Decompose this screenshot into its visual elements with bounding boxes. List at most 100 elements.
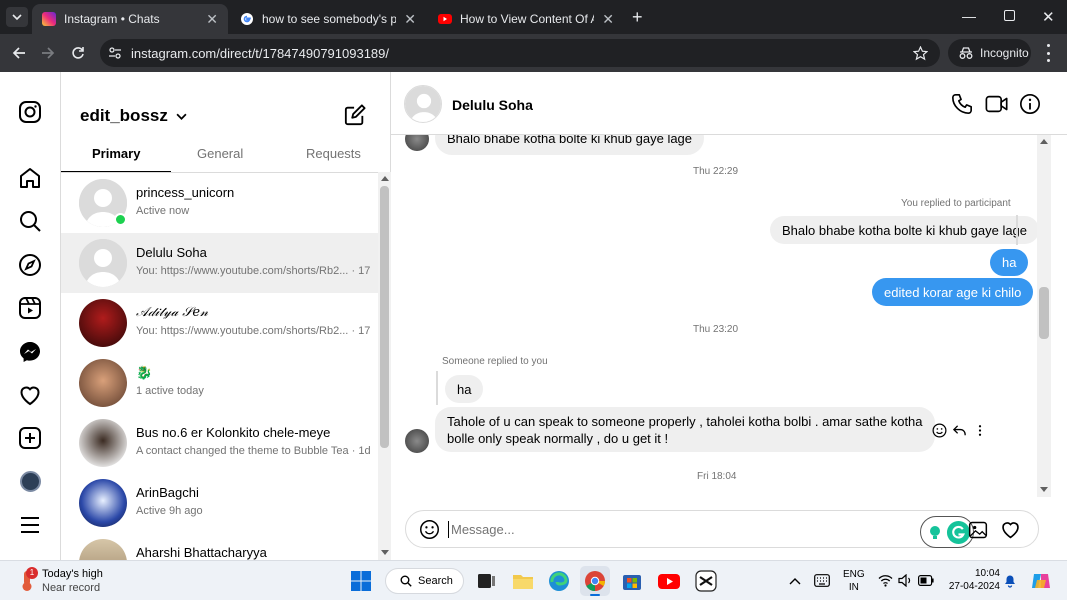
heart-icon[interactable] [18,383,42,407]
back-button[interactable] [9,43,29,63]
search-icon[interactable] [18,209,42,233]
conversation-row[interactable]: princess_unicorn Active now [61,173,378,233]
conversation-row[interactable]: 🐉 1 active today [61,353,378,413]
keyboard-icon[interactable] [814,574,830,587]
tab-primary[interactable]: Primary [92,146,140,161]
more-options-icon[interactable] [975,423,985,438]
youtube-icon[interactable] [657,569,681,593]
scroll-down-arrow[interactable] [1040,487,1048,492]
profile-avatar[interactable] [20,471,41,492]
instagram-nav-rail [0,72,61,560]
reply-quote-bar [436,371,438,405]
phone-icon[interactable] [951,93,973,115]
microsoft-store-icon[interactable] [620,569,644,593]
timestamp: Fri 18:04 [697,471,737,482]
new-tab-button[interactable]: + [632,7,643,28]
quoted-message-bubble[interactable]: ha [445,375,484,403]
image-icon[interactable] [968,520,988,540]
react-emoji-icon[interactable] [932,423,947,438]
file-explorer-icon[interactable] [511,569,535,593]
emoji-icon[interactable] [419,519,440,540]
close-window-button[interactable]: ✕ [1042,8,1055,26]
video-call-icon[interactable] [985,93,1009,115]
account-switcher[interactable]: edit_bossz [80,106,187,126]
battery-icon[interactable] [918,575,934,586]
home-icon[interactable] [18,166,42,190]
language-indicator[interactable]: ENG IN [843,568,865,594]
show-hidden-icons-chevron[interactable] [789,576,801,586]
browser-tab-youtube[interactable]: How to View Content Of A Bloc ✕ [428,4,624,34]
avatar [79,299,127,347]
weather-widget[interactable]: 1 Today's high Near record [14,566,134,596]
notification-bell-icon[interactable] [1003,573,1017,588]
close-tab-icon[interactable]: ✕ [404,11,416,28]
conversation-row[interactable]: Aharshi Bhattacharyya [61,533,378,560]
message-placeholder: Message... [451,521,515,537]
message-bubble[interactable]: Bhalo bhabe kotha bolte ki khub gaye lag… [435,135,705,155]
minimize-button[interactable]: — [962,8,976,24]
speaker-icon[interactable] [898,574,913,587]
tab-title: How to View Content Of A Bloc [460,12,594,26]
search-icon [400,575,412,587]
conversation-row[interactable]: 𝒜𝒹𝒾𝓉𝓎𝒶 𝒮𝑒𝓃 You: https://www.youtube.com/… [61,293,378,353]
scroll-down-arrow[interactable] [381,550,389,555]
message-bubble-sent[interactable]: edited korar age ki chilo [872,278,1034,306]
windows-start-icon[interactable] [349,569,373,593]
capcut-icon[interactable] [694,569,718,593]
edge-browser-icon[interactable] [547,569,571,593]
address-bar[interactable]: instagram.com/direct/t/17847490791093189… [100,39,940,67]
new-message-icon[interactable] [344,104,366,126]
instagram-logo-icon[interactable] [18,100,42,124]
browser-menu-button[interactable] [1043,44,1053,62]
message-input[interactable]: Message... [448,518,888,540]
reload-button[interactable] [68,43,88,63]
tab-search-menu[interactable] [6,7,28,27]
tab-requests[interactable]: Requests [306,146,361,161]
reply-icon[interactable] [952,423,967,438]
messenger-icon[interactable] [18,340,42,364]
conversation-time: · 17m [351,265,371,277]
timestamp: Thu 22:29 [693,166,739,177]
close-tab-icon[interactable]: ✕ [206,11,218,28]
menu-icon[interactable] [18,513,42,537]
chat-list-panel: edit_bossz Primary General Requests prin… [61,72,391,560]
task-view-icon[interactable] [474,569,498,593]
message-bubble[interactable]: Taholе of u can speak to someone properl… [435,407,935,452]
quoted-message-bubble[interactable]: Bhalo bhabe kotha bolte ki khub gaye lag… [770,216,1040,244]
reply-context-label: You replied to participant [901,198,1011,209]
close-tab-icon[interactable]: ✕ [602,11,614,28]
tab-general[interactable]: General [197,146,243,161]
contact-avatar[interactable] [404,85,442,123]
url-text: instagram.com/direct/t/17847490791093189… [131,45,390,61]
contact-name[interactable]: Delulu Soha [452,97,533,113]
explore-icon[interactable] [18,253,42,277]
browser-tab-google[interactable]: how to see somebody's photos ✕ [230,4,426,34]
taskbar-search-box[interactable]: Search [385,568,464,594]
bookmark-star-icon[interactable] [913,45,928,61]
scroll-thumb[interactable] [1039,287,1049,339]
info-icon[interactable] [1019,93,1041,115]
chrome-icon [585,571,606,592]
forward-button[interactable] [38,43,58,63]
reels-icon[interactable] [18,296,42,320]
browser-tab-instagram[interactable]: Instagram • Chats ✕ [32,4,228,34]
conversation-row[interactable]: ArinBagchi Active 9h ago [61,473,378,533]
wifi-icon[interactable] [878,574,893,587]
clock[interactable]: 10:04 27-04-2024 [944,567,1000,593]
scroll-up-arrow[interactable] [381,176,389,181]
heart-icon[interactable] [1000,519,1021,540]
message-bubble-sent[interactable]: ha [990,249,1029,276]
conversation-row[interactable]: Delulu Soha You: https://www.youtube.com… [61,233,378,293]
chrome-active-app[interactable] [580,566,610,596]
scroll-thumb[interactable] [380,186,389,448]
thread-scrollbar[interactable] [1037,135,1051,497]
incognito-indicator[interactable]: Incognito [948,39,1031,67]
conversation-row[interactable]: Bus no.6 er Kolonkito chele-meye A conta… [61,413,378,473]
chat-list-scrollbar[interactable] [378,172,391,560]
copilot-icon[interactable] [1030,570,1052,592]
scroll-up-arrow[interactable] [1040,139,1048,144]
create-icon[interactable] [18,426,42,450]
grammarly-widget[interactable] [920,516,974,548]
site-info-icon[interactable] [108,46,122,60]
restore-button[interactable] [1004,10,1015,21]
